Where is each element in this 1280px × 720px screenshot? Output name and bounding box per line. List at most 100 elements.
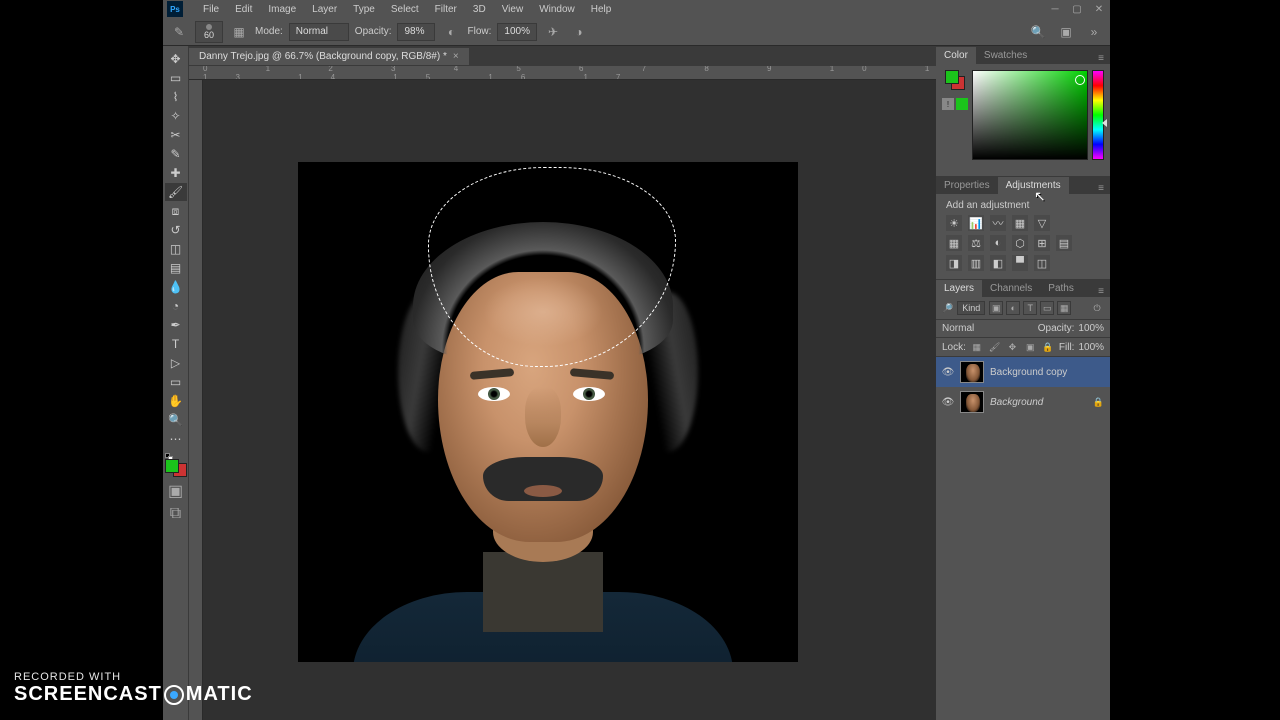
panel-menu-icon[interactable]: ≡ (1092, 286, 1110, 297)
filter-adjustment-icon[interactable]: ◐ (1006, 301, 1020, 315)
lock-position-icon[interactable]: ✥ (1006, 341, 1020, 353)
filter-toggle-icon[interactable]: ⏻ (1090, 301, 1104, 315)
hue-slider[interactable] (1092, 70, 1104, 160)
layer-name[interactable]: Background copy (990, 367, 1067, 378)
menu-filter[interactable]: Filter (427, 2, 465, 17)
workspace-icon[interactable]: ▣ (1056, 23, 1076, 41)
hue-sat-icon[interactable]: ▦ (946, 235, 962, 251)
path-select-tool[interactable]: ▷ (165, 354, 187, 372)
selective-color-icon[interactable]: ◫ (1034, 255, 1050, 271)
saturation-brightness-field[interactable] (972, 70, 1088, 160)
pen-tool[interactable]: ✒ (165, 316, 187, 334)
minimize-button[interactable]: ─ (1044, 2, 1066, 16)
hand-tool[interactable]: ✋ (165, 392, 187, 410)
brush-tool[interactable]: 🖌 (165, 183, 187, 201)
gradient-tool[interactable]: ▤ (165, 259, 187, 277)
filter-type-icon[interactable]: T (1023, 301, 1037, 315)
filter-shape-icon[interactable]: ▭ (1040, 301, 1054, 315)
visibility-toggle-icon[interactable]: 👁 (942, 366, 954, 378)
collapse-panels-icon[interactable]: » (1084, 23, 1104, 41)
brightness-contrast-icon[interactable]: ☀ (946, 215, 962, 231)
layer-item[interactable]: 👁 Background copy (936, 357, 1110, 387)
tab-swatches[interactable]: Swatches (976, 47, 1035, 64)
photo-filter-icon[interactable]: ⬡ (1012, 235, 1028, 251)
history-brush-tool[interactable]: ↺ (165, 221, 187, 239)
tab-paths[interactable]: Paths (1040, 280, 1082, 297)
close-button[interactable]: ✕ (1088, 2, 1110, 16)
shape-tool[interactable]: ▭ (165, 373, 187, 391)
pressure-size-icon[interactable]: ◑ (569, 23, 589, 41)
tab-properties[interactable]: Properties (936, 177, 998, 194)
gamut-warning-icon[interactable]: ! (942, 98, 954, 110)
quick-mask-icon[interactable]: ▣ (165, 482, 187, 500)
layer-thumbnail[interactable] (960, 391, 984, 413)
eyedropper-tool[interactable]: ✎ (165, 145, 187, 163)
stamp-tool[interactable]: ⧈ (165, 202, 187, 220)
blend-mode-select[interactable]: Normal (289, 23, 349, 41)
lock-pixels-icon[interactable]: 🖌 (988, 341, 1002, 353)
lock-transparency-icon[interactable]: ▦ (970, 341, 984, 353)
layer-opacity-input[interactable]: 100% (1078, 323, 1104, 334)
menu-file[interactable]: File (195, 2, 227, 17)
lock-artboard-icon[interactable]: ▣ (1023, 341, 1037, 353)
filter-pixel-icon[interactable]: ▣ (989, 301, 1003, 315)
invert-icon[interactable]: ◨ (946, 255, 962, 271)
posterize-icon[interactable]: ▥ (968, 255, 984, 271)
pressure-opacity-icon[interactable]: ◐ (441, 23, 461, 41)
fill-input[interactable]: 100% (1078, 342, 1104, 353)
menu-edit[interactable]: Edit (227, 2, 260, 17)
zoom-tool[interactable]: 🔍 (165, 411, 187, 429)
layer-blend-mode[interactable]: Normal (942, 323, 1012, 334)
tool-preset-icon[interactable]: ✎ (169, 23, 189, 41)
tab-color[interactable]: Color (936, 47, 976, 64)
foreground-color[interactable] (165, 459, 179, 473)
menu-help[interactable]: Help (583, 2, 620, 17)
menu-window[interactable]: Window (531, 2, 583, 17)
menu-layer[interactable]: Layer (304, 2, 345, 17)
panel-menu-icon[interactable]: ≡ (1092, 183, 1110, 194)
type-tool[interactable]: T (165, 335, 187, 353)
color-balance-icon[interactable]: ⚖ (968, 235, 984, 251)
tab-layers[interactable]: Layers (936, 280, 982, 297)
panel-menu-icon[interactable]: ≡ (1092, 53, 1110, 64)
menu-image[interactable]: Image (260, 2, 304, 17)
airbrush-icon[interactable]: ✈ (543, 23, 563, 41)
brush-panel-toggle-icon[interactable]: ▦ (229, 23, 249, 41)
menu-3d[interactable]: 3D (465, 2, 494, 17)
flow-input[interactable]: 100% (497, 23, 537, 41)
eraser-tool[interactable]: ◫ (165, 240, 187, 258)
blur-tool[interactable]: 💧 (165, 278, 187, 296)
maximize-button[interactable]: ▢ (1066, 2, 1088, 16)
filter-smart-icon[interactable]: ▦ (1057, 301, 1071, 315)
color-lookup-icon[interactable]: ▤ (1056, 235, 1072, 251)
search-icon[interactable]: 🔍 (1028, 23, 1048, 41)
gradient-map-icon[interactable]: ▀ (1012, 255, 1028, 271)
document-tab[interactable]: Danny Trejo.jpg @ 66.7% (Background copy… (189, 48, 469, 65)
tab-channels[interactable]: Channels (982, 280, 1040, 297)
healing-tool[interactable]: ✚ (165, 164, 187, 182)
brush-preset-picker[interactable]: 60 (195, 21, 223, 43)
tab-adjustments[interactable]: Adjustments (998, 177, 1069, 194)
black-white-icon[interactable]: ◐ (990, 235, 1006, 251)
layer-item[interactable]: 👁 Background 🔒 (936, 387, 1110, 417)
marquee-tool[interactable]: ▭ (165, 69, 187, 87)
color-swatches[interactable] (165, 455, 187, 477)
lock-all-icon[interactable]: 🔒 (1041, 341, 1055, 353)
menu-select[interactable]: Select (383, 2, 427, 17)
menu-type[interactable]: Type (345, 2, 383, 17)
vibrance-icon[interactable]: ▽ (1034, 215, 1050, 231)
threshold-icon[interactable]: ◧ (990, 255, 1006, 271)
screen-mode-icon[interactable]: ⧉ (165, 505, 187, 523)
color-swatch-pair[interactable] (945, 70, 965, 90)
close-tab-icon[interactable]: × (453, 51, 459, 62)
crop-tool[interactable]: ✂ (165, 126, 187, 144)
quick-select-tool[interactable]: ✧ (165, 107, 187, 125)
dodge-tool[interactable]: ◔ (165, 297, 187, 315)
edit-toolbar-icon[interactable]: ⋯ (165, 430, 187, 448)
channel-mixer-icon[interactable]: ⊞ (1034, 235, 1050, 251)
lasso-tool[interactable]: ⌇ (165, 88, 187, 106)
layer-thumbnail[interactable] (960, 361, 984, 383)
layer-filter-kind[interactable]: Kind (957, 301, 985, 315)
exposure-icon[interactable]: ▦ (1012, 215, 1028, 231)
move-tool[interactable]: ✥ (165, 50, 187, 68)
